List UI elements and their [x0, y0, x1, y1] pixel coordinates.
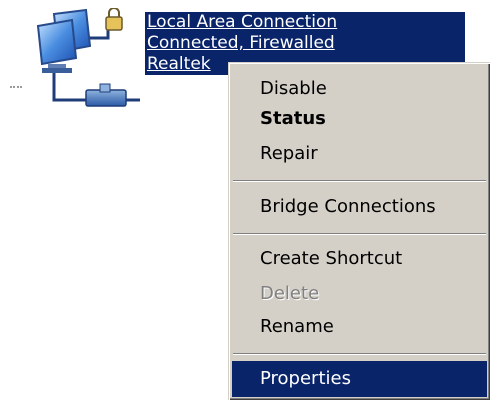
network-connection-icon[interactable]	[30, 8, 148, 110]
menu-item-delete: Delete	[260, 283, 320, 304]
dotted-connector	[10, 80, 22, 88]
connection-name[interactable]: Local Area Connection	[145, 12, 465, 33]
menu-item-rename[interactable]: Rename	[232, 309, 487, 345]
menu-item-bridge-connections[interactable]: Bridge Connections	[232, 189, 487, 225]
menu-item-create-shortcut[interactable]: Create Shortcut	[232, 241, 487, 277]
connection-status[interactable]: Connected, Firewalled	[145, 33, 465, 54]
context-menu: Disable Status Repair Bridge Connections…	[228, 62, 490, 400]
menu-separator	[233, 233, 486, 235]
menu-item-status[interactable]: Status	[232, 101, 487, 137]
menu-item-properties[interactable]: Properties	[232, 361, 487, 397]
menu-separator	[233, 353, 486, 355]
menu-separator	[233, 180, 486, 182]
menu-item-repair[interactable]: Repair	[232, 136, 487, 172]
